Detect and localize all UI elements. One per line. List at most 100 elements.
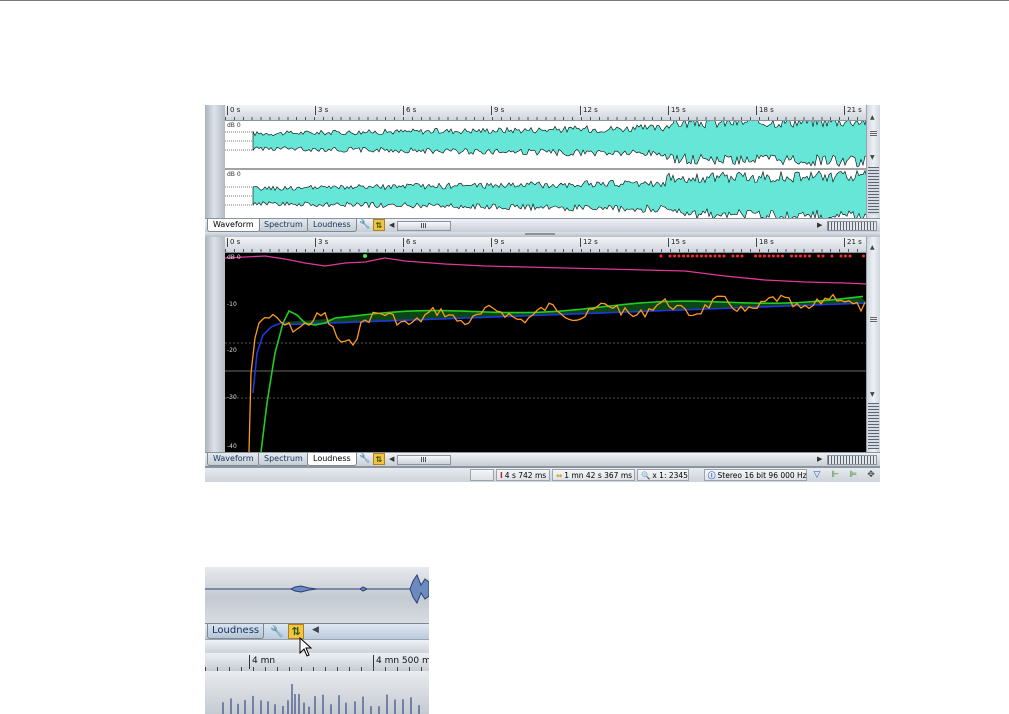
scroll-down-icon[interactable]: ▼ [870,155,875,161]
peak-marker [803,254,807,258]
peak-marker [713,254,717,258]
magnifier-icon: 🔍 [641,471,651,480]
peak-marker [740,254,744,258]
peak-marker [659,254,663,258]
inset-scrollbar[interactable] [205,639,429,654]
peak-marker [668,254,672,258]
sync-views-icon[interactable]: ⇅ [373,219,385,231]
peak-marker [790,254,793,258]
tab-loudness[interactable]: Loudness [307,219,357,232]
peak-marker [709,254,712,258]
tab-waveform[interactable]: Waveform [207,219,260,232]
zoomed-inset: Loudness 🔧 ⇅ ◀ 4 mn 4 mn 500 ms [205,567,429,714]
peak-marker [830,254,834,258]
ruler-minor-ticks [225,117,867,120]
info-icon: ⓘ [708,471,716,480]
peak-marker [673,254,676,258]
ruler-label: 15 s [668,238,686,247]
peak-marker [763,254,766,258]
db-label: dB 0 [227,254,241,261]
peak-marker [767,254,771,258]
duration-icon: ⇔ [556,471,563,480]
ruler-label: 0 s [227,238,240,247]
status-bar: I4 s 742 ms ⇔ 1 mn 42 s 367 ms 🔍 x 1: 2345… [205,467,880,482]
wrench-icon[interactable]: 🔧 [359,219,371,231]
peak-marker [677,254,681,258]
loudness-display[interactable]: dB 0 -10 -20 -30 -40 [225,253,867,452]
time-ruler-top[interactable]: 0 s 3 s 6 s 9 s 12 s 15 s 18 s 21 s [225,105,867,121]
horizontal-scroll-thumb[interactable] [397,455,451,465]
scroll-right-icon[interactable]: ▶ [817,219,822,231]
status-zoom[interactable]: 🔍 x 1: 2345 [637,469,689,481]
ruler-label: 9 s [491,106,504,115]
vertical-zoom-slider[interactable] [868,403,879,449]
status-cursor-position[interactable]: I4 s 742 ms [496,469,550,481]
tab-loudness[interactable]: Loudness [207,624,265,639]
loudness-graph [225,254,867,452]
horizontal-scroll-thumb[interactable] [397,221,451,231]
ruler-label: 18 s [756,238,774,247]
peak-marker [844,254,847,258]
marker-icon[interactable]: ⊫ [847,469,859,481]
marker-dot[interactable] [363,254,367,258]
cursor-position-icon: I [500,471,503,480]
peak-marker [736,254,739,258]
peak-marker [848,254,852,258]
ruler-label: 18 s [756,106,774,115]
inset-spectrum-bars [222,684,420,714]
tab-loudness[interactable]: Loudness [307,453,357,466]
wrench-icon[interactable]: 🔧 [270,625,284,638]
scroll-up-icon[interactable]: ▲ [870,245,875,251]
ruler-label: 3 s [315,238,328,247]
time-ruler-bottom[interactable]: 0 s 3 s 6 s 9 s 12 s 15 s 18 s 21 s [225,237,867,253]
sync-views-icon[interactable]: ⇅ [373,453,385,465]
ruler-label: 0 s [227,106,240,115]
peak-marker [817,254,820,258]
peak-marker [682,254,685,258]
peak-marker [808,254,811,258]
db-label: -10 [227,301,237,308]
scroll-left-icon[interactable]: ◀ [389,453,394,465]
db-label: -20 [227,347,237,354]
ruler-label: 6 s [403,106,416,115]
scroll-down-icon[interactable]: ▼ [870,392,875,398]
peak-marker [776,254,780,258]
tab-spectrum[interactable]: Spectrum [258,219,309,232]
scroll-grip-icon[interactable] [870,131,877,137]
peak-marker [758,254,762,258]
ruler-label: 12 s [580,106,598,115]
scroll-up-icon[interactable]: ▲ [870,115,875,121]
ruler-minor-ticks [225,249,867,252]
audio-editor-window: 0 s 3 s 6 s 9 s 12 s 15 s 18 s 21 s dB 0… [205,105,880,482]
scroll-right-icon[interactable]: ▶ [817,453,822,465]
peak-marker [704,254,708,258]
horizontal-zoom-slider[interactable] [827,455,877,465]
peak-markers [659,254,865,258]
tab-spectrum[interactable]: Spectrum [258,453,309,466]
move-icon[interactable]: ✥ [865,469,877,481]
scroll-left-icon[interactable]: ◀ [312,625,319,635]
marker-add-icon[interactable]: ⊩ [829,469,841,481]
status-duration[interactable]: ⇔ 1 mn 42 s 367 ms [552,469,635,481]
horizontal-zoom-slider[interactable] [827,221,877,231]
scroll-grip-icon[interactable] [870,317,877,323]
true-peak-line [225,255,867,285]
waveform-level-strip [205,105,225,218]
scroll-left-icon[interactable]: ◀ [389,219,394,231]
status-format[interactable]: ⓘ Stereo 16 bit 96 000 Hz [704,469,807,481]
waveform-channel-right [252,169,867,218]
waveform-channel-left [252,121,867,168]
inset-time-ruler[interactable]: 4 mn 4 mn 500 ms [205,653,429,672]
tab-waveform[interactable]: Waveform [207,453,260,466]
waveform-display[interactable]: dB 0 dB 0 [225,121,867,218]
ruler-label: 21 s [844,238,862,247]
vertical-zoom-slider[interactable] [868,167,879,215]
status-empty-field [470,469,494,481]
inset-waveform-trace [205,573,429,605]
ruler-label: 3 s [315,106,328,115]
funnel-icon[interactable]: ▽ [811,469,823,481]
peak-marker [695,254,699,258]
loudness-vertical-scrollbar[interactable]: ▲ ▼ [866,237,880,452]
waveform-vertical-scrollbar[interactable]: ▲ ▼ [866,105,880,218]
wrench-icon[interactable]: 🔧 [359,453,371,465]
